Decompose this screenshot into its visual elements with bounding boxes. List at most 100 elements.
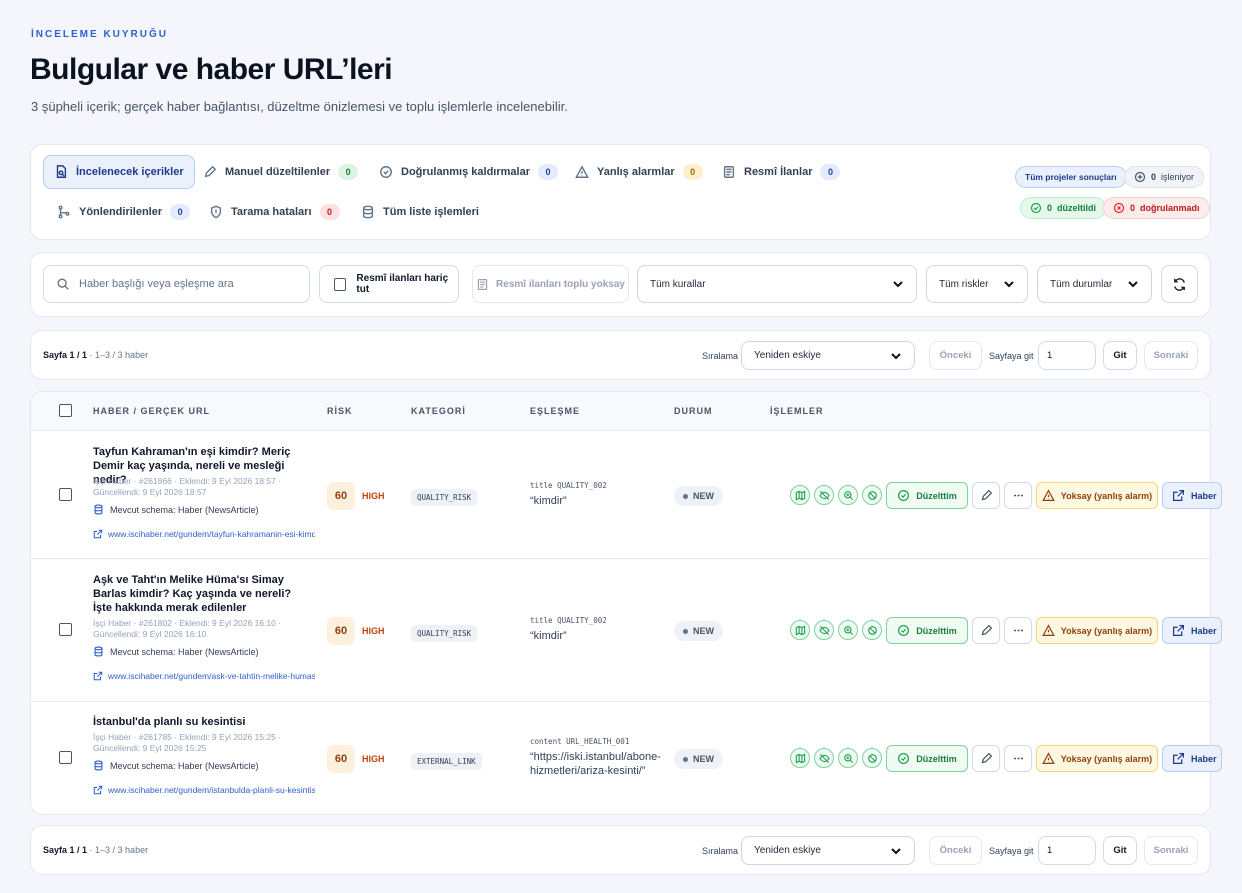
more-button[interactable] (1004, 617, 1032, 644)
status-badge: NEW (674, 749, 723, 769)
tab-label: Tüm liste işlemleri (383, 206, 479, 218)
count-badge: 0 (170, 204, 191, 220)
tab-manual-fixed[interactable]: Manuel düzeltilenler 0 (193, 155, 368, 189)
row-checkbox[interactable] (59, 623, 72, 636)
ignore-button-label: Yoksay (yanlış alarm) (1060, 625, 1153, 636)
next-button[interactable]: Sonraki (1144, 836, 1198, 865)
branch-icon (58, 205, 70, 219)
tab-false-alarms[interactable]: Yanlış alarmlar 0 (565, 155, 713, 189)
map-action-icon[interactable] (790, 485, 810, 505)
fixed-button[interactable]: Düzelttim (886, 617, 968, 644)
ignore-button[interactable]: Yoksay (yanlış alarm) (1036, 482, 1158, 509)
bulk-ignore-official-button[interactable]: Resmî ilanları toplu yoksay (472, 265, 629, 303)
risk-score: 60 (327, 617, 355, 645)
edit-button[interactable] (972, 745, 1000, 772)
zoom-in-icon[interactable] (838, 748, 858, 768)
open-news-button[interactable]: Haber (1162, 482, 1222, 509)
page-info: Sayfa 1 / 1 · 1–3 / 3 haber (43, 350, 148, 360)
eye-off-icon[interactable] (814, 620, 834, 640)
map-action-icon[interactable] (790, 748, 810, 768)
processing-pill: 0 işleniyor (1124, 166, 1205, 188)
statuses-select[interactable]: Tüm durumlar (1037, 265, 1152, 303)
tab-verified-removals[interactable]: Doğrulanmış kaldırmalar 0 (369, 155, 568, 189)
sort-select[interactable]: Yeniden eskiye (741, 341, 915, 370)
search-input[interactable]: Haber başlığı veya eşleşme ara (79, 278, 234, 290)
edit-button[interactable] (972, 617, 1000, 644)
ignore-button-label: Yoksay (yanlış alarm) (1060, 753, 1153, 764)
tab-label: İncelenecek içerikler (76, 166, 184, 178)
news-url: www.iscihaber.net/gundem/ask-ve-tahtin-m… (108, 671, 315, 681)
prev-button[interactable]: Önceki (929, 341, 982, 370)
page-info: Sayfa 1 / 1 · 1–3 / 3 haber (43, 845, 148, 855)
zoom-in-icon[interactable] (838, 485, 858, 505)
block-icon[interactable] (862, 620, 882, 640)
news-url-link[interactable]: www.iscihaber.net/gundem/tayfun-kahraman… (93, 529, 315, 539)
ignore-button[interactable]: Yoksay (yanlış alarm) (1036, 745, 1158, 772)
pencil-icon (204, 165, 217, 178)
category-badge: QUALITY_RISK (411, 489, 478, 506)
tab-official-notices[interactable]: Resmî İlanlar 0 (712, 155, 850, 189)
edit-button[interactable] (972, 482, 1000, 509)
goto-input[interactable]: 1 (1038, 341, 1096, 370)
go-button[interactable]: Git (1103, 836, 1137, 865)
next-button[interactable]: Sonraki (1144, 341, 1198, 370)
ignore-button[interactable]: Yoksay (yanlış alarm) (1036, 617, 1158, 644)
news-title: Aşk ve Taht'ın Melike Hüma'sı Simay Barl… (93, 574, 292, 614)
external-link-icon (93, 785, 103, 795)
risks-select[interactable]: Tüm riskler (926, 265, 1028, 303)
match-label: content URL_HEALTH_001 (530, 737, 630, 746)
more-icon (1013, 494, 1023, 497)
exclude-official-toggle[interactable]: Resmî ilanları hariç tut (319, 265, 459, 303)
fixed-button[interactable]: Düzelttim (886, 745, 968, 772)
ignore-button-label: Yoksay (yanlış alarm) (1060, 490, 1153, 501)
more-button[interactable] (1004, 482, 1032, 509)
database-icon (94, 646, 103, 657)
block-icon[interactable] (862, 485, 882, 505)
more-button[interactable] (1004, 745, 1032, 772)
tab-all-list-operations[interactable]: Tüm liste işlemleri (351, 195, 489, 229)
go-button[interactable]: Git (1103, 341, 1137, 370)
pencil-icon (981, 489, 992, 501)
status-label: NEW (693, 491, 714, 501)
block-icon[interactable] (862, 748, 882, 768)
tab-review[interactable]: İncelenecek içerikler (43, 155, 195, 189)
search-box[interactable]: Haber başlığı veya eşleşme ara (43, 265, 310, 303)
news-meta: İşçi Haber · #261785 · Eklendi: 9 Eyl 20… (93, 732, 282, 753)
eye-off-icon[interactable] (814, 485, 834, 505)
tab-label: Doğrulanmış kaldırmalar (401, 166, 530, 178)
open-news-button[interactable]: Haber (1162, 745, 1222, 772)
zoom-in-icon[interactable] (838, 620, 858, 640)
eye-off-icon[interactable] (814, 748, 834, 768)
goto-input[interactable]: 1 (1038, 836, 1096, 865)
exclude-official-checkbox[interactable] (334, 277, 347, 291)
pencil-icon (981, 752, 992, 764)
unverified-pill: 0 doğrulanmadı (1103, 197, 1210, 219)
column-header: DURUM (674, 406, 713, 416)
news-url-link[interactable]: www.iscihaber.net/gundem/ask-ve-tahtin-m… (93, 671, 315, 681)
external-link-icon (93, 529, 103, 539)
row-checkbox[interactable] (59, 751, 72, 764)
schema-label: Mevcut schema: Haber (NewsArticle) (110, 646, 259, 657)
map-action-icon[interactable] (790, 620, 810, 640)
tab-scan-errors[interactable]: Tarama hataları 0 (199, 195, 350, 229)
page-subtitle: 3 şüpheli içerik; gerçek haber bağlantıs… (31, 99, 568, 114)
prev-button[interactable]: Önceki (929, 836, 982, 865)
status-badge: NEW (674, 621, 723, 641)
select-all-checkbox[interactable] (59, 404, 72, 417)
refresh-button[interactable] (1161, 265, 1198, 303)
tab-label: Yönlendirilenler (79, 206, 163, 218)
all-projects-pill[interactable]: Tüm projeler sonuçları (1015, 166, 1127, 188)
column-header: EŞLEŞME (530, 406, 581, 416)
sort-select[interactable]: Yeniden eskiye (741, 836, 915, 865)
database-icon (362, 205, 374, 219)
risk-level: HIGH (362, 754, 385, 764)
column-header: HABER / GERÇEK URL (93, 406, 211, 416)
risk-score: 60 (327, 482, 355, 510)
news-url-link[interactable]: www.iscihaber.net/gundem/istanbulda-plan… (93, 785, 315, 795)
rules-select[interactable]: Tüm kurallar (637, 265, 917, 303)
row-checkbox[interactable] (59, 488, 72, 501)
fixed-button[interactable]: Düzelttim (886, 482, 968, 509)
open-news-button[interactable]: Haber (1162, 617, 1222, 644)
tab-redirected[interactable]: Yönlendirilenler 0 (47, 195, 200, 229)
schema-label: Mevcut schema: Haber (NewsArticle) (110, 504, 259, 515)
